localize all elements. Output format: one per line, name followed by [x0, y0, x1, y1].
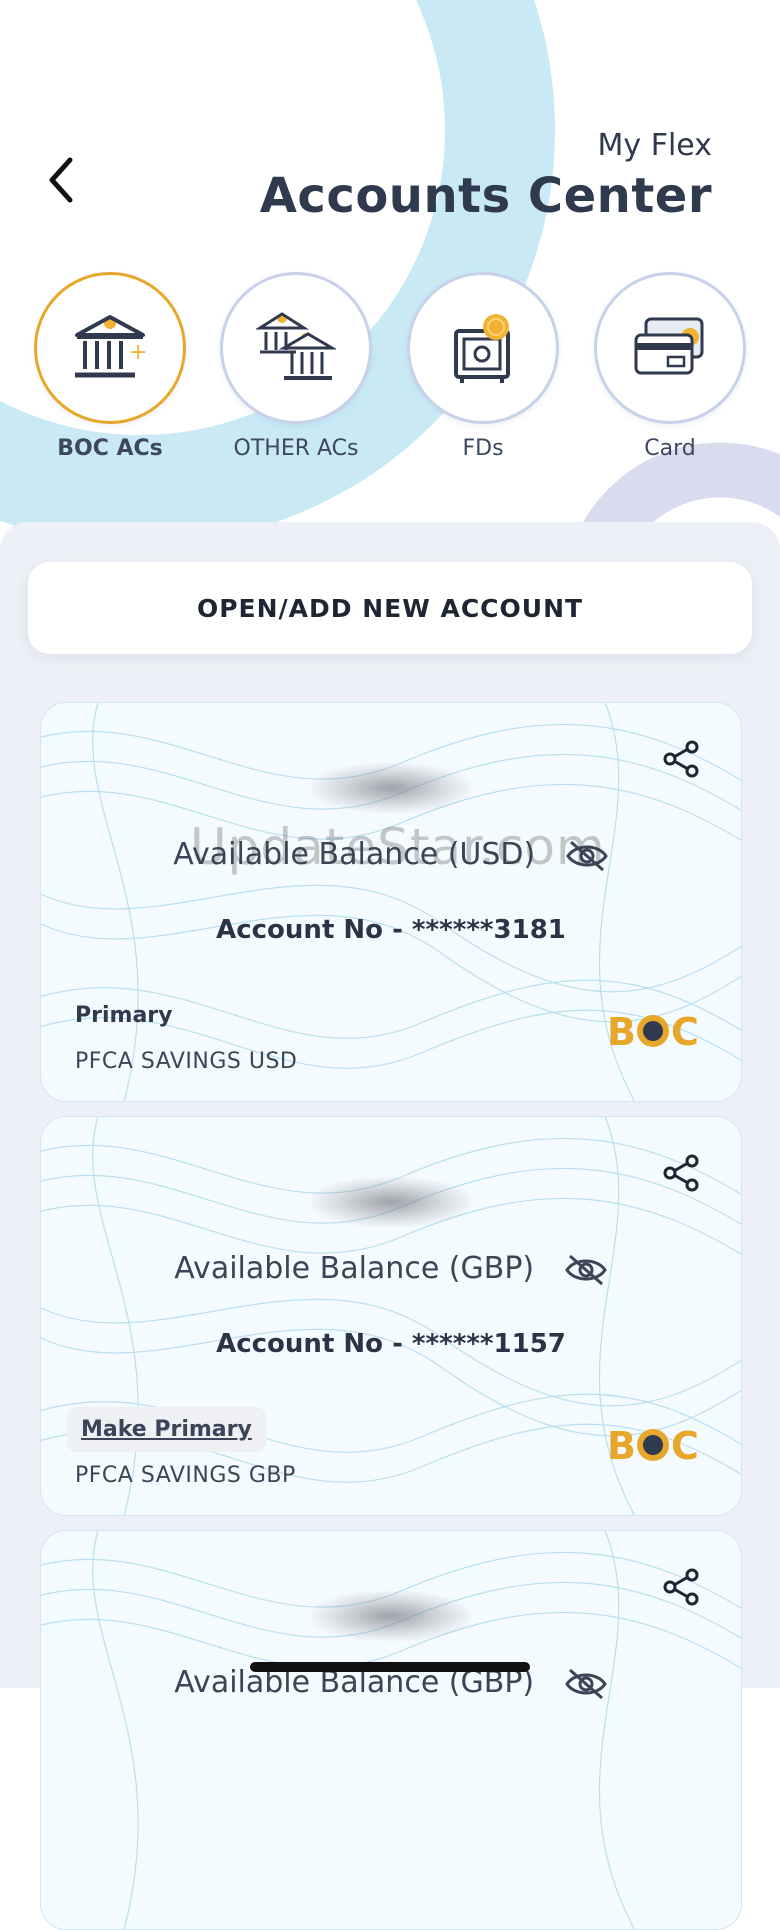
- back-button[interactable]: [38, 150, 86, 210]
- tab-other-accounts[interactable]: OTHER ACs: [218, 272, 374, 461]
- safe-icon: [454, 314, 510, 383]
- share-icon[interactable]: [661, 739, 701, 779]
- watermark: UpdateStar.com: [190, 818, 606, 876]
- bank-icon: +: [75, 315, 147, 378]
- home-indicator[interactable]: [250, 1662, 530, 1672]
- account-card[interactable]: Available Balance (USD) Account No - ***…: [40, 702, 742, 1102]
- banks-icon: [256, 312, 336, 380]
- tab-label: FDs: [462, 436, 504, 461]
- share-icon[interactable]: [661, 1153, 701, 1193]
- account-type: PFCA SAVINGS USD: [75, 1049, 298, 1074]
- tab-boc-accounts[interactable]: + BOC ACs: [32, 272, 188, 461]
- account-number: Account No - ******3181: [216, 915, 566, 945]
- svg-text:B: B: [607, 1011, 636, 1051]
- boc-logo: B C: [607, 1425, 699, 1465]
- svg-text:B: B: [607, 1425, 636, 1465]
- svg-text:+: +: [129, 340, 147, 365]
- account-card[interactable]: Available Balance (GBP): [40, 1530, 742, 1930]
- account-card[interactable]: Available Balance (GBP) Account No - ***…: [40, 1116, 742, 1516]
- hidden-balance-blur: [311, 763, 471, 813]
- share-icon[interactable]: [661, 1567, 701, 1607]
- available-balance-label: Available Balance (GBP): [174, 1251, 535, 1286]
- svg-text:C: C: [671, 1011, 699, 1051]
- tab-label: BOC ACs: [57, 436, 163, 461]
- svg-text:C: C: [671, 1425, 699, 1465]
- open-add-account-button[interactable]: OPEN/ADD NEW ACCOUNT: [28, 562, 752, 654]
- page-subtitle: My Flex: [597, 128, 712, 163]
- tab-fixed-deposits[interactable]: FDs: [405, 272, 561, 461]
- hidden-balance-blur: [311, 1177, 471, 1227]
- tab-label: OTHER ACs: [233, 436, 359, 461]
- make-primary-button[interactable]: Make Primary: [67, 1407, 266, 1452]
- account-type: PFCA SAVINGS GBP: [75, 1463, 296, 1488]
- eye-off-icon[interactable]: [564, 1667, 608, 1701]
- card-icon: [634, 317, 704, 375]
- tab-card[interactable]: Card: [592, 272, 748, 461]
- primary-label: Primary: [75, 1003, 173, 1028]
- boc-logo: B C: [607, 1011, 699, 1051]
- tab-label: Card: [644, 436, 696, 461]
- account-number: Account No - ******1157: [216, 1329, 566, 1359]
- page-title: Accounts Center: [259, 168, 712, 224]
- eye-off-icon[interactable]: [564, 1253, 608, 1287]
- hidden-balance-blur: [311, 1591, 471, 1641]
- available-balance-row: Available Balance (GBP): [41, 1251, 741, 1287]
